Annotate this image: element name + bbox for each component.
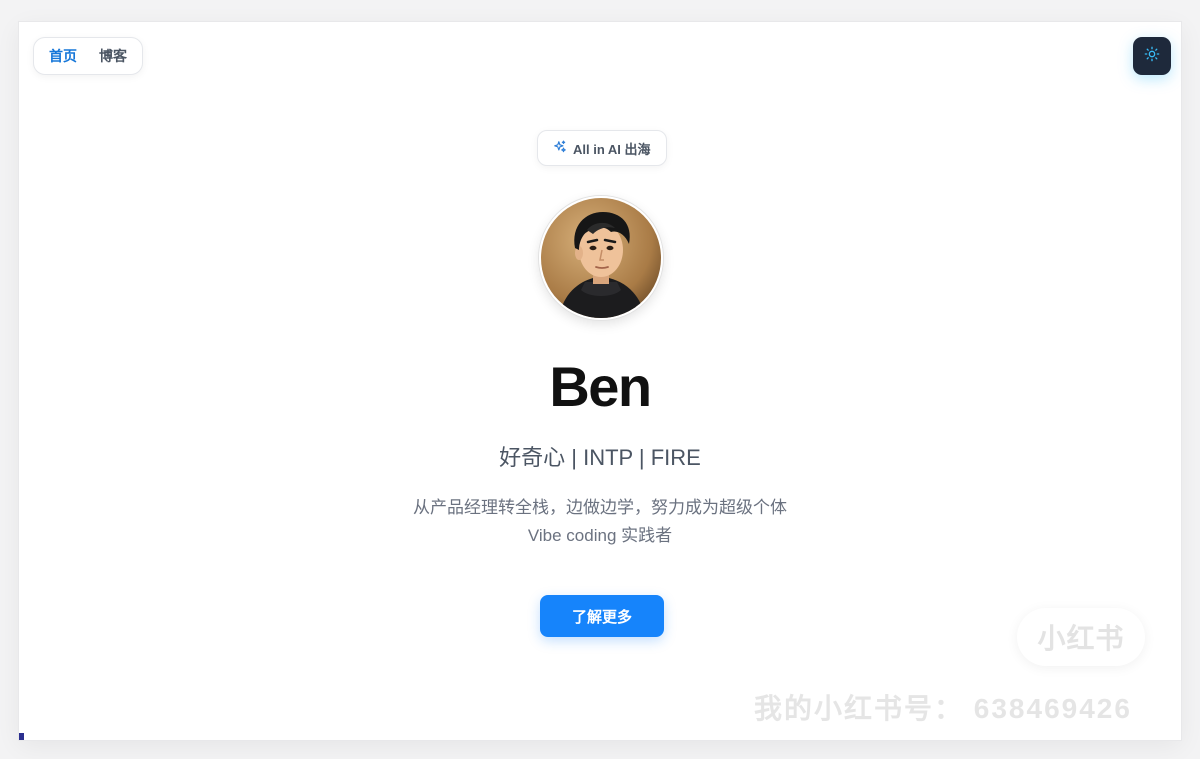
watermark-text: 我的小红书号： 638469426 — [754, 693, 1132, 724]
nav-item-home[interactable]: 首页 — [49, 46, 77, 66]
description-line-1: 从产品经理转全栈，边做边学，努力成为超级个体 — [413, 498, 787, 517]
profile-name: Ben — [549, 355, 652, 418]
tag-badge: All in AI 出海 — [537, 130, 667, 166]
avatar — [539, 196, 663, 320]
badge-label: All in AI 出海 — [573, 141, 651, 157]
profile-description: 从产品经理转全栈，边做边学，努力成为超级个体 Vibe coding 实践者 — [19, 494, 1181, 550]
description-line-2: Vibe coding 实践者 — [527, 526, 673, 545]
profile-tagline: 好奇心 | INTP | FIRE — [499, 445, 701, 470]
sparkles-icon — [553, 140, 567, 157]
theme-toggle-button[interactable] — [1133, 37, 1171, 75]
sun-icon — [1144, 46, 1160, 67]
watermark-logo: 小红书 — [1017, 608, 1145, 666]
learn-more-button[interactable]: 了解更多 — [540, 595, 664, 637]
nav-item-blog[interactable]: 博客 — [99, 46, 127, 66]
top-nav: 首页 博客 — [33, 37, 143, 75]
page-window: 首页 博客 All in AI 出海 Ben 好奇心 | INTP | FIRE… — [19, 22, 1181, 740]
corner-mark — [19, 733, 24, 740]
